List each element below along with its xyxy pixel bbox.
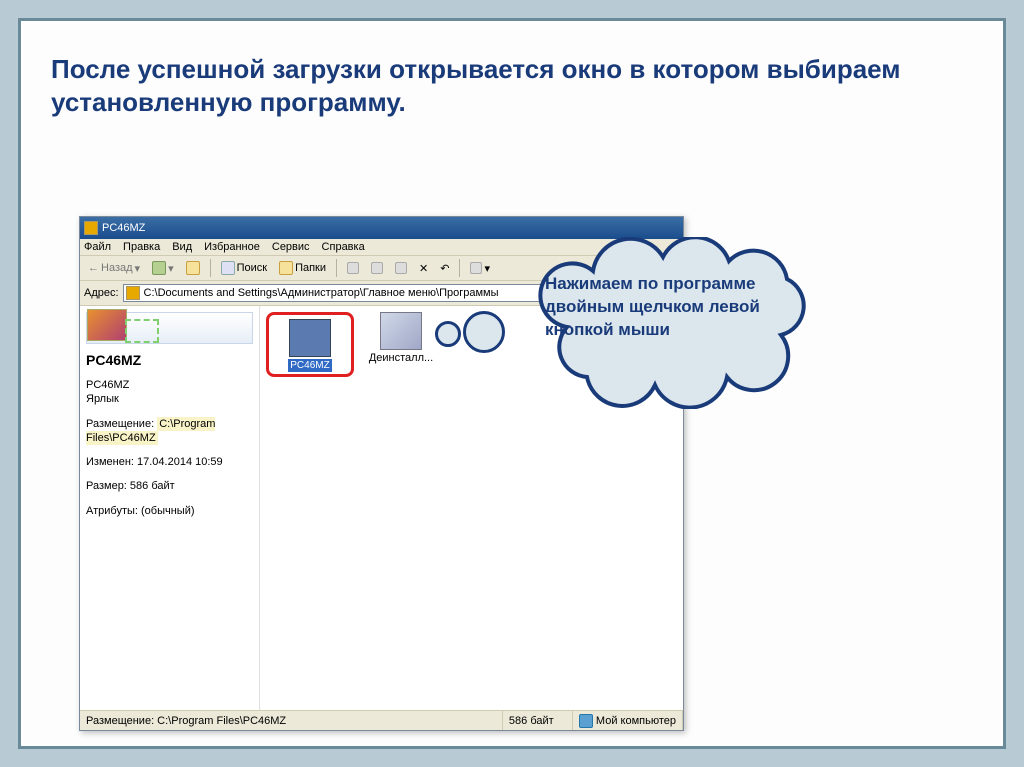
slide-frame: После успешной загрузки открывается окно… — [18, 18, 1006, 749]
cloud-tail-bubble — [463, 311, 505, 353]
menu-view[interactable]: Вид — [172, 241, 192, 253]
views-button[interactable]: ▾ — [466, 260, 494, 277]
search-icon — [221, 261, 235, 275]
computer-icon — [579, 714, 593, 728]
folder-icon — [84, 221, 98, 235]
app-icon — [289, 319, 331, 357]
menu-help[interactable]: Справка — [322, 241, 365, 253]
statusbar-right-label: Мой компьютер — [596, 715, 676, 727]
separator — [210, 259, 211, 277]
back-button[interactable]: ← Назад ▾ — [84, 260, 144, 277]
up-button[interactable] — [182, 259, 204, 277]
tasks-pane: PC46MZ PC46MZ Ярлык Размещение: C:\Progr… — [80, 306, 260, 730]
menu-tools[interactable]: Сервис — [272, 241, 310, 253]
highlight-annotation: PC46MZ — [266, 312, 354, 377]
menu-edit[interactable]: Правка — [123, 241, 160, 253]
folder-icon — [126, 286, 140, 300]
info-name: PC46MZ — [86, 378, 253, 392]
file-label: PC46MZ — [288, 359, 331, 372]
slide-title: После успешной загрузки открывается окно… — [51, 53, 973, 118]
statusbar: Размещение: C:\Program Files\PC46MZ 586 … — [80, 710, 683, 730]
info-location-block: Размещение: C:\Program Files\PC46MZ — [86, 417, 253, 446]
info-size: Размер: 586 байт — [86, 479, 253, 493]
callout-text: Нажимаем по программе двойным щелчком ле… — [545, 273, 815, 342]
chevron-down-icon: ▾ — [168, 262, 174, 275]
statusbar-right: Мой компьютер — [573, 711, 683, 730]
chevron-down-icon: ▾ — [135, 262, 141, 275]
callout-cloud: Нажимаем по программе двойным щелчком ле… — [511, 231, 846, 421]
folders-button[interactable]: Папки — [275, 259, 330, 277]
history-icon — [347, 262, 359, 274]
history-button[interactable] — [343, 260, 363, 276]
folder-up-icon — [186, 261, 200, 275]
statusbar-mid: 586 байт — [503, 711, 573, 730]
back-label: Назад — [101, 262, 133, 274]
copy-icon — [395, 262, 407, 274]
file-label: Деинсталл... — [369, 352, 433, 364]
file-item-uninstall[interactable]: Деинсталл... — [366, 312, 436, 364]
task-header — [86, 312, 253, 344]
cloud-tail-bubble-small — [435, 321, 461, 347]
menu-favorites[interactable]: Избранное — [204, 241, 260, 253]
menu-file[interactable]: Файл — [84, 241, 111, 253]
info-attrs: Атрибуты: (обычный) — [86, 504, 253, 518]
search-label: Поиск — [237, 262, 267, 274]
search-button[interactable]: Поиск — [217, 259, 271, 277]
undo-icon: ↶ — [440, 262, 449, 275]
undo-button[interactable]: ↶ — [436, 260, 453, 277]
copy-button[interactable] — [391, 260, 411, 276]
arrow-left-icon: ← — [88, 262, 99, 274]
delete-button[interactable]: ✕ — [415, 260, 432, 277]
folders-label: Папки — [295, 262, 326, 274]
decoration-icon — [125, 319, 159, 343]
views-icon — [470, 262, 482, 274]
programs-icon — [87, 309, 127, 341]
info-name-block: PC46MZ Ярлык — [86, 378, 253, 407]
info-location-label: Размещение: — [86, 418, 154, 430]
arrow-right-icon — [152, 261, 166, 275]
move-button[interactable] — [367, 260, 387, 276]
info-type: Ярлык — [86, 392, 253, 406]
forward-button[interactable]: ▾ — [148, 259, 178, 277]
address-label: Адрес: — [84, 287, 119, 299]
uninstall-icon — [380, 312, 422, 350]
delete-icon: ✕ — [419, 262, 428, 275]
pane-title: PC46MZ — [86, 352, 253, 368]
folders-icon — [279, 261, 293, 275]
window-title: PC46MZ — [102, 222, 145, 234]
info-modified: Изменен: 17.04.2014 10:59 — [86, 455, 253, 469]
file-item-pc46mz[interactable]: PC46MZ — [275, 319, 345, 372]
chevron-down-icon: ▾ — [484, 262, 490, 275]
move-icon — [371, 262, 383, 274]
statusbar-left: Размещение: C:\Program Files\PC46MZ — [80, 711, 503, 730]
address-value: C:\Documents and Settings\Администратор\… — [144, 287, 499, 299]
separator — [459, 259, 460, 277]
separator — [336, 259, 337, 277]
